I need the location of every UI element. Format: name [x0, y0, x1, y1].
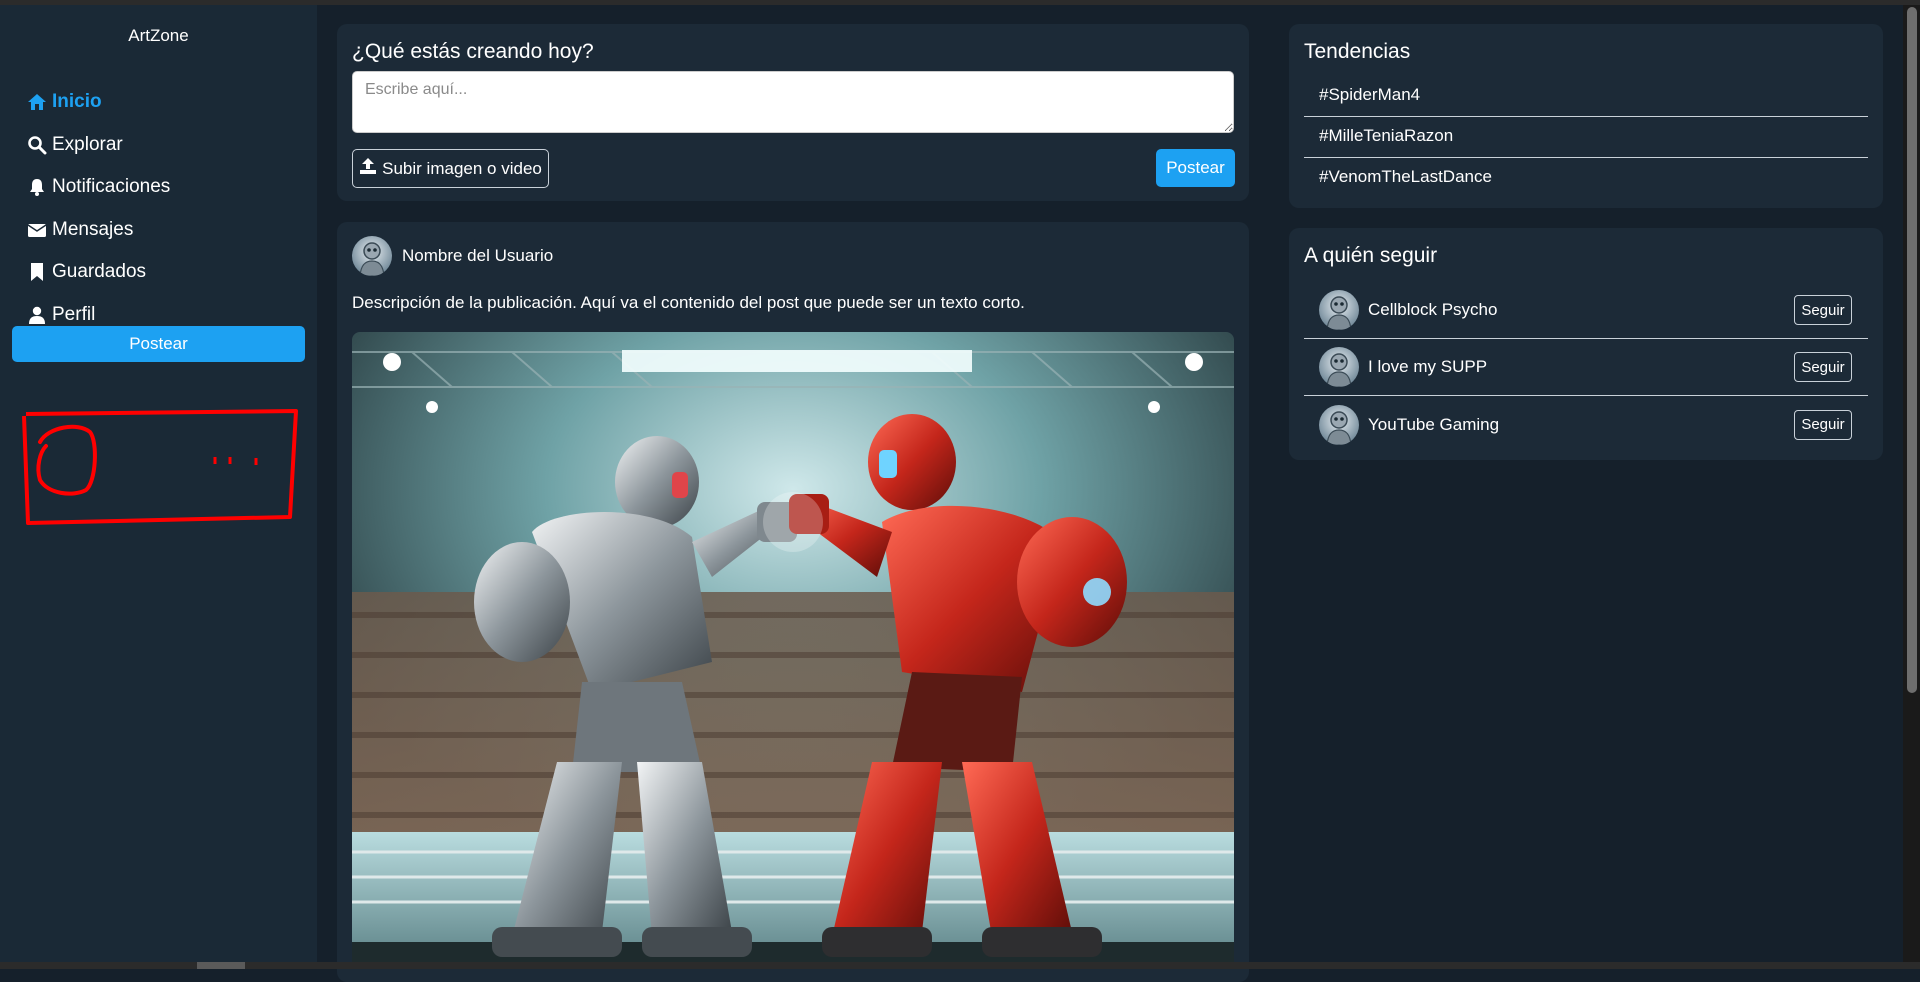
- sidebar: ArtZone Inicio Explorar Notificaciones M…: [0, 5, 317, 962]
- composer-input[interactable]: [352, 71, 1234, 133]
- follow-button[interactable]: Seguir: [1794, 352, 1852, 382]
- sidebar-item-label: Guardados: [52, 261, 147, 283]
- envelope-icon: [26, 219, 48, 241]
- sidebar-item-guardados[interactable]: Guardados: [26, 251, 170, 294]
- avatar[interactable]: [1319, 347, 1359, 387]
- sidebar-item-notificaciones[interactable]: Notificaciones: [26, 166, 170, 209]
- follow-button[interactable]: Seguir: [1794, 295, 1852, 325]
- follow-name[interactable]: YouTube Gaming: [1368, 415, 1794, 435]
- sidebar-item-label: Explorar: [52, 133, 123, 155]
- trends-card: Tendencias #SpiderMan4 #MilleTeniaRazon …: [1289, 24, 1883, 208]
- post-username[interactable]: Nombre del Usuario: [402, 246, 553, 266]
- sidebar-post-button[interactable]: Postear: [12, 326, 305, 362]
- sidebar-item-label: Perfil: [52, 303, 96, 325]
- avatar[interactable]: [1319, 404, 1359, 445]
- follow-item: Cellblock Psycho Seguir: [1304, 282, 1868, 339]
- trends-list: #SpiderMan4 #MilleTeniaRazon #VenomTheLa…: [1304, 76, 1868, 199]
- follow-item: I love my SUPP Seguir: [1304, 339, 1868, 396]
- scrollbar-thumb[interactable]: [1907, 7, 1917, 693]
- right-column: Tendencias #SpiderMan4 #MilleTeniaRazon …: [1289, 24, 1883, 460]
- horizontal-scrollbar[interactable]: [0, 962, 1920, 969]
- user-icon: [26, 304, 48, 326]
- who-to-follow-title: A quién seguir: [1304, 244, 1438, 267]
- follow-list: Cellblock Psycho Seguir I love my SUPP S…: [1304, 282, 1868, 453]
- trend-item[interactable]: #MilleTeniaRazon: [1304, 117, 1868, 158]
- upload-media-button[interactable]: Subir imagen o video: [352, 149, 549, 188]
- sidebar-item-inicio[interactable]: Inicio: [26, 81, 170, 124]
- sidebar-item-label: Inicio: [52, 91, 102, 113]
- follow-name[interactable]: Cellblock Psycho: [1368, 300, 1794, 320]
- composer-card: ¿Qué estás creando hoy? Subir imagen o v…: [337, 24, 1249, 201]
- follow-name[interactable]: I love my SUPP: [1368, 357, 1794, 377]
- follow-item: YouTube Gaming Seguir: [1304, 396, 1868, 453]
- post-image[interactable]: [352, 332, 1234, 962]
- sidebar-item-label: Mensajes: [52, 218, 134, 240]
- follow-button[interactable]: Seguir: [1794, 409, 1852, 440]
- trend-item[interactable]: #VenomTheLastDance: [1304, 158, 1868, 199]
- trends-title: Tendencias: [1304, 40, 1411, 63]
- upload-label: Subir imagen o video: [382, 158, 542, 178]
- trend-item[interactable]: #SpiderMan4: [1304, 76, 1868, 117]
- brand-title: ArtZone: [128, 26, 189, 45]
- upload-icon: [359, 157, 377, 180]
- post-header: Nombre del Usuario: [352, 236, 553, 276]
- sidebar-item-label: Notificaciones: [52, 176, 171, 198]
- bell-icon: [26, 176, 48, 198]
- avatar[interactable]: [1319, 290, 1359, 330]
- post-card: Nombre del Usuario Descripción de la pub…: [337, 222, 1249, 982]
- sidebar-item-mensajes[interactable]: Mensajes: [26, 209, 170, 252]
- vertical-scrollbar[interactable]: [1903, 5, 1920, 962]
- bookmark-icon: [26, 261, 48, 283]
- sidebar-nav: Inicio Explorar Notificaciones Mensajes …: [26, 81, 170, 336]
- home-icon: [26, 91, 48, 113]
- composer-title: ¿Qué estás creando hoy?: [352, 40, 594, 63]
- red-scribble-annotation: [22, 409, 298, 525]
- avatar[interactable]: [352, 236, 392, 276]
- who-to-follow-card: A quién seguir Cellblock Psycho Seguir I…: [1289, 228, 1883, 460]
- search-icon: [26, 134, 48, 156]
- post-description: Descripción de la publicación. Aquí va e…: [352, 293, 1025, 312]
- composer-post-button[interactable]: Postear: [1156, 149, 1235, 187]
- sidebar-item-explorar[interactable]: Explorar: [26, 124, 170, 167]
- main-feed: ¿Qué estás creando hoy? Subir imagen o v…: [337, 24, 1249, 982]
- horizontal-scrollbar-thumb[interactable]: [197, 962, 245, 969]
